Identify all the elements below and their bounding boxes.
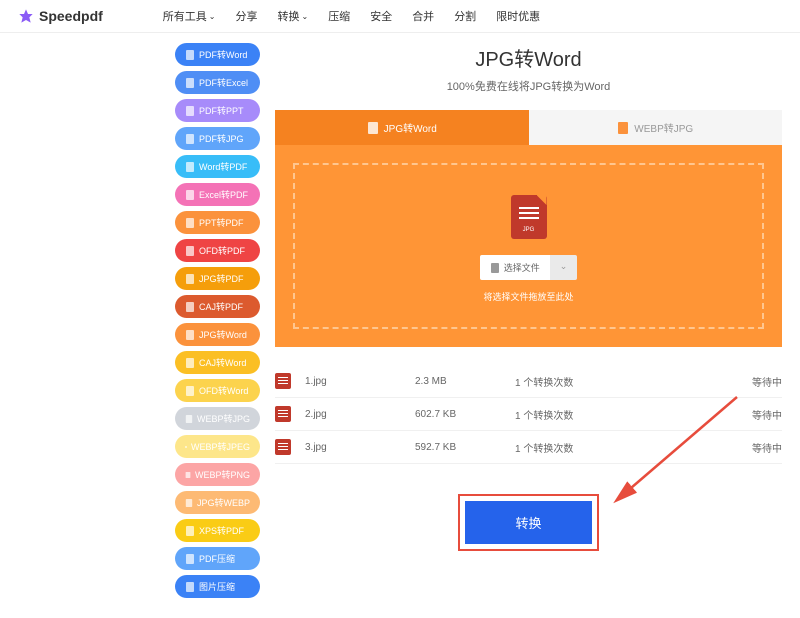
file-icon [275,439,291,455]
content-area: JPG转Word 100%免费在线将JPG转换为Word JPG转Word WE… [275,43,782,598]
sidebar-item-14[interactable]: WEBP转JPEG [175,435,260,458]
file-icon [275,373,291,389]
file-row: 3.jpg592.7 KB1 个转换次数等待中 [275,431,782,464]
sidebar-item-11[interactable]: CAJ转Word [175,351,260,374]
doc-icon [185,330,195,340]
file-count: 1 个转换次数 [515,374,732,389]
doc-icon [185,246,195,256]
sidebar-item-10[interactable]: JPG转Word [175,323,260,346]
sidebar-item-19[interactable]: 图片压缩 [175,575,260,598]
drag-hint: 将选择文件拖放至此处 [315,290,742,303]
convert-highlight: 转换 [458,494,598,551]
select-file-dropdown[interactable]: ⌄ [550,255,578,280]
tab-webp-to-jpg[interactable]: WEBP转JPG [529,110,783,145]
format-tabs: JPG转Word WEBP转JPG [275,110,782,145]
upload-area: JPG 选择文件 ⌄ 将选择文件拖放至此处 [275,145,782,347]
chevron-down-icon: ⌄ [301,12,308,21]
tab-jpg-to-word[interactable]: JPG转Word [275,110,529,145]
drop-zone[interactable]: JPG 选择文件 ⌄ 将选择文件拖放至此处 [293,163,764,329]
sidebar-item-8[interactable]: JPG转PDF [175,267,260,290]
doc-icon [185,134,195,144]
sidebar-item-17[interactable]: XPS转PDF [175,519,260,542]
doc-icon [185,498,193,508]
file-status: 等待中 [732,374,782,389]
sidebar-item-15[interactable]: WEBP转PNG [175,463,260,486]
sidebar-item-7[interactable]: OFD转PDF [175,239,260,262]
doc-icon [185,386,195,396]
doc-icon [185,274,195,284]
select-file-button[interactable]: 选择文件 [480,255,550,280]
file-size: 592.7 KB [415,442,515,453]
convert-button[interactable]: 转换 [465,501,591,544]
sidebar-item-3[interactable]: PDF转JPG [175,127,260,150]
chevron-down-icon: ⌄ [209,12,216,21]
file-name: 1.jpg [305,376,415,387]
sidebar-item-9[interactable]: CAJ转PDF [175,295,260,318]
doc-icon [185,526,195,536]
doc-icon [185,190,195,200]
document-icon [367,122,379,134]
brand-logo[interactable]: Speedpdf [18,8,103,24]
doc-icon [185,414,193,424]
doc-icon [185,358,195,368]
document-icon [617,122,629,134]
doc-icon [185,78,195,88]
sidebar-item-2[interactable]: PDF转PPT [175,99,260,122]
file-size: 602.7 KB [415,409,515,420]
logo-icon [18,8,34,24]
nav-merge[interactable]: 合并 [412,8,434,24]
file-count: 1 个转换次数 [515,440,732,455]
sidebar-item-0[interactable]: PDF转Word [175,43,260,66]
file-type-icon: JPG [511,195,547,239]
doc-icon [185,442,187,452]
page-subtitle: 100%免费在线将JPG转换为Word [275,78,782,94]
nav-promo[interactable]: 限时优惠 [496,8,540,24]
sidebar-item-4[interactable]: Word转PDF [175,155,260,178]
file-row: 1.jpg2.3 MB1 个转换次数等待中 [275,365,782,398]
sidebar-item-6[interactable]: PPT转PDF [175,211,260,234]
main-nav: 所有工具⌄ 分享 转换⌄ 压缩 安全 合并 分割 限时优惠 [163,8,540,24]
doc-icon [185,470,191,480]
file-icon [490,263,500,273]
file-icon [275,406,291,422]
sidebar-item-18[interactable]: PDF压缩 [175,547,260,570]
sidebar-item-5[interactable]: Excel转PDF [175,183,260,206]
nav-share[interactable]: 分享 [235,8,257,24]
doc-icon [185,50,195,60]
page-title: JPG转Word [275,43,782,72]
file-status: 等待中 [732,440,782,455]
sidebar: PDF转Word PDF转Excel PDF转PPT PDF转JPG Word转PDF E… [175,43,260,598]
doc-icon [185,106,195,116]
nav-security[interactable]: 安全 [370,8,392,24]
file-name: 2.jpg [305,409,415,420]
nav-split[interactable]: 分割 [454,8,476,24]
file-name: 3.jpg [305,442,415,453]
doc-icon [185,162,195,172]
sidebar-item-16[interactable]: JPG转WEBP [175,491,260,514]
file-size: 2.3 MB [415,376,515,387]
brand-name: Speedpdf [39,8,103,24]
file-status: 等待中 [732,407,782,422]
sidebar-item-13[interactable]: WEBP转JPG [175,407,260,430]
sidebar-item-1[interactable]: PDF转Excel [175,71,260,94]
file-list: 1.jpg2.3 MB1 个转换次数等待中2.jpg602.7 KB1 个转换次… [275,347,782,482]
file-count: 1 个转换次数 [515,407,732,422]
sidebar-item-12[interactable]: OFD转Word [175,379,260,402]
doc-icon [185,302,195,312]
doc-icon [185,554,195,564]
file-row: 2.jpg602.7 KB1 个转换次数等待中 [275,398,782,431]
nav-all-tools[interactable]: 所有工具⌄ [163,8,216,24]
doc-icon [185,218,195,228]
doc-icon [185,582,195,592]
nav-compress[interactable]: 压缩 [328,8,350,24]
nav-convert[interactable]: 转换⌄ [277,8,308,24]
